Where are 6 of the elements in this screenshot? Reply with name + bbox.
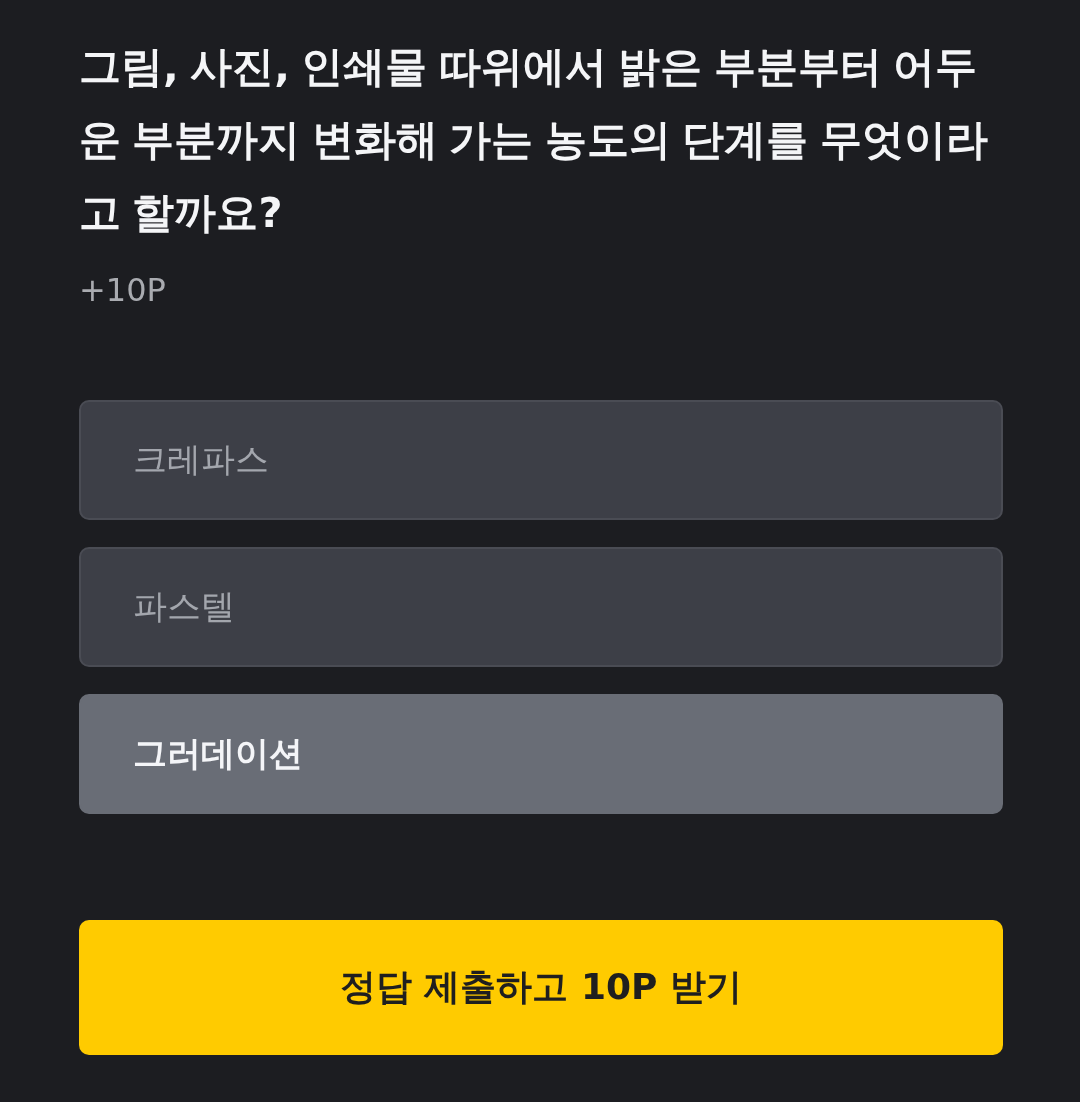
answer-option[interactable]: 그러데이션 — [79, 694, 1003, 814]
answer-option[interactable]: 파스텔 — [79, 547, 1003, 667]
answer-option[interactable]: 크레파스 — [79, 400, 1003, 520]
question-text: 그림, 사진, 인쇄물 따위에서 밝은 부분부터 어두운 부분까지 변화해 가는 농도의 단계를 무엇이라고 할까요? — [79, 41, 989, 239]
points-reward: +10P — [79, 270, 166, 310]
submit-answer-button[interactable]: 정답 제출하고 10P 받기 — [79, 920, 1003, 1055]
